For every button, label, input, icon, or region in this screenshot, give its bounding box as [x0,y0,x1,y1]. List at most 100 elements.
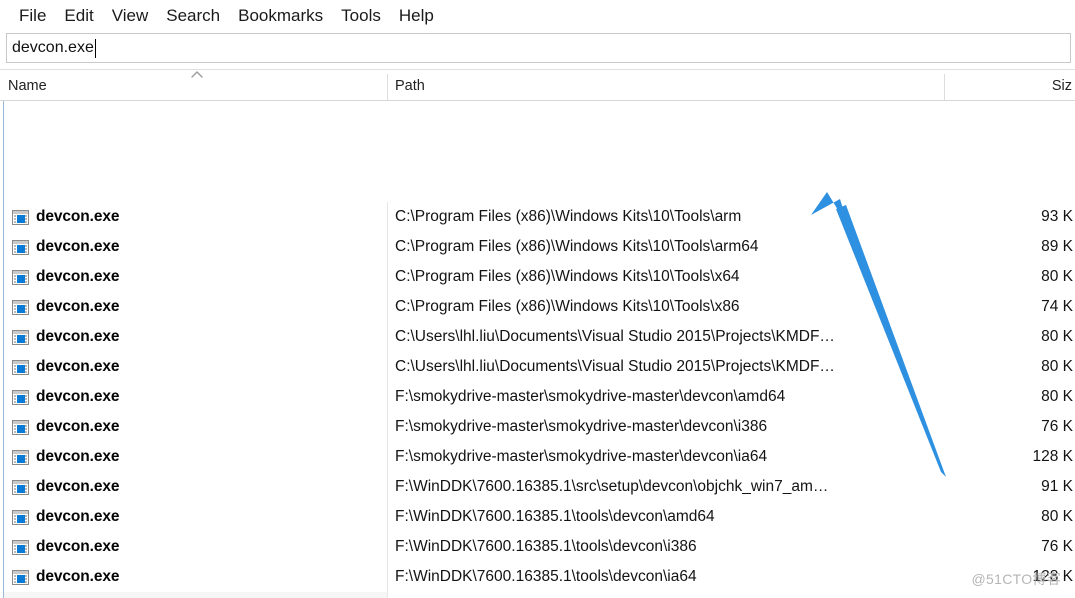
row-file-name: devcon.exe [36,358,120,375]
row-name-cell[interactable]: devcon.exe [4,412,387,442]
row-file-name: devcon.exe [36,388,120,405]
row-path-cell: F:\WinDDK\7600.16385.1\tools\devcon\i386 [395,538,697,555]
row-name-cell[interactable]: devcon.exe [4,202,387,232]
row-name-cell[interactable]: devcon.exe [4,382,387,412]
row-file-name: devcon.exe [36,208,120,225]
row-name-cell[interactable]: devcon.exe [4,532,387,562]
row-path-cell: F:\WinDDK\7600.16385.1\tools\devcon\amd6… [395,508,715,525]
results-list[interactable]: devcon.exe C:\Program Files (x86)\Windows… [0,101,1075,598]
exe-file-icon [12,569,29,585]
table-row[interactable]: devcon.exe F:\WinDDK\7600.16385.1\tools\d… [0,562,1075,592]
menu-item-help[interactable]: Help [390,3,443,29]
menu-item-view[interactable]: View [103,3,158,29]
exe-file-icon [12,209,29,225]
row-file-name: devcon.exe [36,238,120,255]
exe-file-icon [12,269,29,285]
table-row[interactable]: devcon.exe F:\WinDDK\7600.16385.1\src\set… [0,472,1075,502]
results-rows: devcon.exe C:\Program Files (x86)\Windows… [0,202,1075,592]
table-row[interactable]: devcon.exe C:\Users\lhl.liu\Documents\Vis… [0,352,1075,382]
row-name-cell[interactable]: devcon.exe [4,472,387,502]
search-input[interactable]: devcon.exe [6,33,1071,63]
row-size-cell: 74 K [1041,298,1073,315]
row-path-cell: F:\smokydrive-master\smokydrive-master\d… [395,418,768,435]
exe-file-icon [12,239,29,255]
row-name-cell[interactable]: devcon.exe [4,562,387,592]
menu-item-tools[interactable]: Tools [332,3,390,29]
column-divider-path-size[interactable] [944,74,945,100]
row-file-name: devcon.exe [36,538,120,555]
table-row[interactable]: devcon.exe F:\WinDDK\7600.16385.1\tools\d… [0,532,1075,562]
row-size-cell: 80 K [1041,358,1073,375]
row-file-name: devcon.exe [36,298,120,315]
column-header-size-label: Siz [1051,77,1072,94]
exe-file-icon [12,359,29,375]
column-header-path-label: Path [395,77,425,94]
everything-search-window: File Edit View Search Bookmarks Tools He… [0,0,1075,598]
row-file-name: devcon.exe [36,418,120,435]
row-file-name: devcon.exe [36,568,120,585]
row-file-name: devcon.exe [36,508,120,525]
row-size-cell: 80 K [1041,328,1073,345]
column-header-size[interactable]: Siz [950,70,1075,101]
exe-file-icon [12,419,29,435]
row-path-cell: F:\WinDDK\7600.16385.1\src\setup\devcon\… [395,478,829,495]
row-path-cell: C:\Program Files (x86)\Windows Kits\10\T… [395,298,740,315]
row-size-cell: 80 K [1041,388,1073,405]
row-name-cell[interactable]: devcon.exe [4,322,387,352]
row-path-cell: C:\Users\lhl.liu\Documents\Visual Studio… [395,358,835,375]
table-row[interactable]: devcon.exe F:\smokydrive-master\smokydriv… [0,382,1075,412]
row-path-cell: C:\Program Files (x86)\Windows Kits\10\T… [395,268,740,285]
row-size-cell: 93 K [1041,208,1073,225]
table-row[interactable]: devcon.exe F:\WinDDK\7600.16385.1\tools\d… [0,502,1075,532]
exe-file-icon [12,389,29,405]
table-row[interactable]: devcon.exe C:\Program Files (x86)\Windows… [0,202,1075,232]
table-row[interactable]: devcon.exe F:\smokydrive-master\smokydriv… [0,412,1075,442]
sort-ascending-caret-icon [190,70,204,78]
row-size-cell: 89 K [1041,238,1073,255]
row-size-cell: 80 K [1041,268,1073,285]
row-name-cell[interactable]: devcon.exe [4,442,387,472]
row-name-cell[interactable]: devcon.exe [4,352,387,382]
table-row[interactable]: devcon.exe C:\Users\lhl.liu\Documents\Vis… [0,322,1075,352]
table-row[interactable]: devcon.exe C:\Program Files (x86)\Windows… [0,262,1075,292]
row-file-name: devcon.exe [36,448,120,465]
exe-file-icon [12,539,29,555]
table-row[interactable]: devcon.exe F:\smokydrive-master\smokydriv… [0,442,1075,472]
table-row[interactable]: devcon.exe C:\Program Files (x86)\Windows… [0,292,1075,322]
row-path-cell: C:\Program Files (x86)\Windows Kits\10\T… [395,238,759,255]
row-size-cell: 76 K [1041,418,1073,435]
row-name-cell[interactable]: devcon.exe [4,502,387,532]
column-divider-name-path[interactable] [387,74,388,100]
row-path-cell: C:\Program Files (x86)\Windows Kits\10\T… [395,208,742,225]
row-name-cell[interactable]: devcon.exe [4,232,387,262]
row-size-cell: 80 K [1041,508,1073,525]
row-size-cell: 128 K [1032,448,1073,465]
list-left-border [3,101,4,598]
row-file-name: devcon.exe [36,478,120,495]
exe-file-icon [12,329,29,345]
watermark: @51CTO博客 [971,571,1061,587]
row-file-name: devcon.exe [36,268,120,285]
row-path-cell: F:\smokydrive-master\smokydrive-master\d… [395,448,768,465]
row-file-name: devcon.exe [36,328,120,345]
column-header-path[interactable]: Path [395,70,944,101]
menu-item-bookmarks[interactable]: Bookmarks [229,3,332,29]
menu-item-edit[interactable]: Edit [55,3,102,29]
text-caret [94,38,96,58]
exe-file-icon [12,509,29,525]
column-header-name-label: Name [8,77,47,94]
exe-file-icon [12,479,29,495]
menu-item-file[interactable]: File [10,3,55,29]
search-input-value: devcon.exe [12,39,94,56]
row-size-cell: 91 K [1041,478,1073,495]
exe-file-icon [12,299,29,315]
exe-file-icon [12,449,29,465]
row-path-cell: F:\WinDDK\7600.16385.1\tools\devcon\ia64 [395,568,697,585]
row-name-cell[interactable]: devcon.exe [4,262,387,292]
menu-item-search[interactable]: Search [157,3,229,29]
search-bar: devcon.exe [0,31,1075,66]
row-size-cell: 76 K [1041,538,1073,555]
row-name-cell[interactable]: devcon.exe [4,292,387,322]
column-header-row: Name Path Siz [0,69,1075,101]
table-row[interactable]: devcon.exe C:\Program Files (x86)\Windows… [0,232,1075,262]
